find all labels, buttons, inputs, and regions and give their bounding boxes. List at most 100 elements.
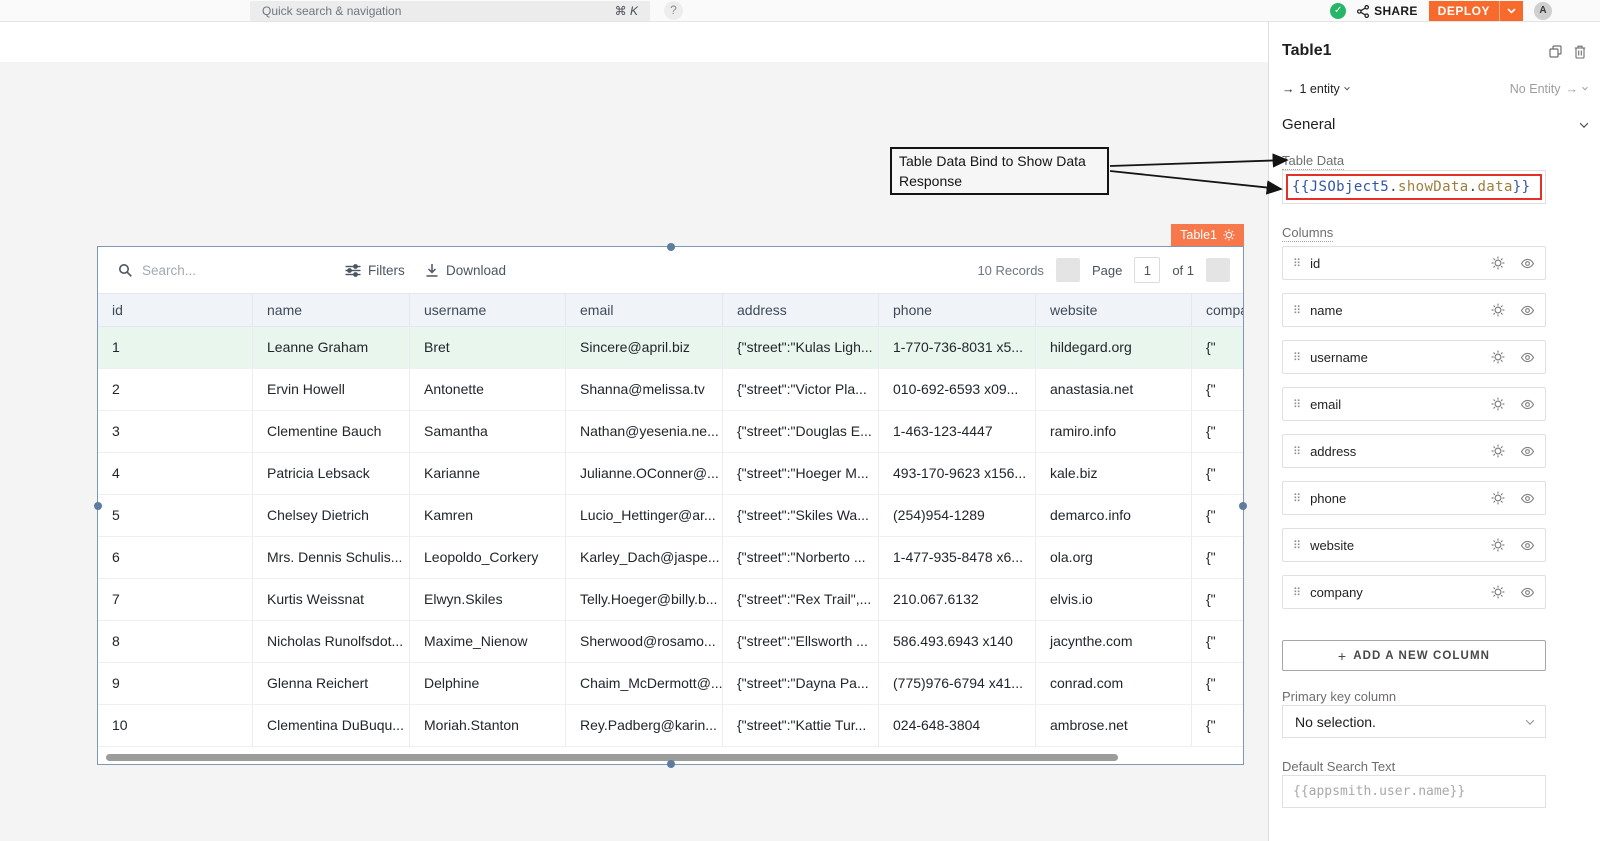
- table-row[interactable]: 6Mrs. Dennis Schulis...Leopoldo_CorkeryK…: [98, 537, 1243, 579]
- table-search-input[interactable]: [142, 263, 292, 278]
- resize-handle-right[interactable]: [1239, 502, 1247, 510]
- column-card-phone[interactable]: ⠿phone: [1282, 481, 1546, 515]
- eye-icon[interactable]: [1520, 538, 1535, 553]
- add-new-column-button[interactable]: + ADD A NEW COLUMN: [1282, 640, 1546, 671]
- table-row[interactable]: 8Nicholas Runolfsdot...Maxime_NienowSher…: [98, 621, 1243, 663]
- table-row[interactable]: 5Chelsey DietrichKamrenLucio_Hettinger@a…: [98, 495, 1243, 537]
- drag-handle-icon[interactable]: ⠿: [1293, 586, 1301, 599]
- column-card-company[interactable]: ⠿company: [1282, 575, 1546, 609]
- table-cell: jacynthe.com: [1036, 621, 1192, 662]
- quick-search-input[interactable]: Quick search & navigation ⌘ K: [250, 1, 650, 21]
- primary-key-select[interactable]: No selection.: [1282, 705, 1546, 738]
- gear-icon[interactable]: [1491, 397, 1505, 411]
- column-header-phone[interactable]: phone: [879, 294, 1036, 326]
- prev-page-button[interactable]: [1056, 258, 1080, 282]
- table-data-binding-input[interactable]: {{JSObject5.showData.data}}: [1282, 170, 1546, 204]
- column-header-website[interactable]: website: [1036, 294, 1192, 326]
- table-row[interactable]: 3Clementine BauchSamanthaNathan@yesenia.…: [98, 411, 1243, 453]
- resize-handle-bottom[interactable]: [667, 760, 675, 768]
- drag-handle-icon[interactable]: ⠿: [1293, 257, 1301, 270]
- binding-object: JSObject5: [1310, 179, 1389, 195]
- table-cell: 4: [98, 453, 253, 494]
- eye-icon[interactable]: [1520, 397, 1535, 412]
- default-search-input[interactable]: [1282, 775, 1546, 808]
- gear-icon[interactable]: [1491, 585, 1505, 599]
- column-header-id[interactable]: id: [98, 294, 253, 326]
- table-row[interactable]: 1Leanne GrahamBretSincere@april.biz{"str…: [98, 327, 1243, 369]
- table-cell: {"street":"Skiles Wa...: [723, 495, 879, 536]
- binding-dot: .: [1389, 179, 1398, 195]
- table-cell: 024-648-3804: [879, 705, 1036, 746]
- delete-widget-icon[interactable]: [1574, 45, 1586, 59]
- deploy-menu-chevron[interactable]: [1500, 8, 1523, 14]
- gear-icon[interactable]: [1491, 256, 1505, 270]
- outgoing-entities-dropdown[interactable]: No Entity →: [1510, 82, 1587, 96]
- drag-handle-icon[interactable]: ⠿: [1293, 445, 1301, 458]
- download-button[interactable]: Download: [425, 247, 506, 293]
- column-header-username[interactable]: username: [410, 294, 566, 326]
- column-card-username[interactable]: ⠿username: [1282, 340, 1546, 374]
- table-cell: {"street":"Ellsworth ...: [723, 621, 879, 662]
- gear-icon[interactable]: [1491, 491, 1505, 505]
- eye-icon[interactable]: [1520, 256, 1535, 271]
- gear-icon[interactable]: [1491, 444, 1505, 458]
- filters-button[interactable]: Filters: [345, 247, 405, 293]
- download-icon: [425, 263, 439, 278]
- table-row[interactable]: 7Kurtis WeissnatElwyn.SkilesTelly.Hoeger…: [98, 579, 1243, 621]
- column-card-id[interactable]: ⠿id: [1282, 246, 1546, 280]
- incoming-entities-dropdown[interactable]: → 1 entity: [1282, 82, 1349, 96]
- table-cell: Kurtis Weissnat: [253, 579, 410, 620]
- table-widget[interactable]: Filters Download 10 Records Page of 1 id…: [97, 246, 1244, 765]
- column-card-name[interactable]: ⠿name: [1282, 293, 1546, 327]
- drag-handle-icon[interactable]: ⠿: [1293, 398, 1301, 411]
- next-page-button[interactable]: [1206, 258, 1230, 282]
- table-toolbar: Filters Download 10 Records Page of 1: [98, 247, 1243, 293]
- eye-icon[interactable]: [1520, 444, 1535, 459]
- share-icon: [1357, 5, 1369, 18]
- eye-icon[interactable]: [1520, 350, 1535, 365]
- column-header-company[interactable]: company: [1192, 294, 1243, 326]
- editor-header-strip: [0, 22, 1268, 62]
- columns-label: Columns: [1282, 225, 1333, 242]
- gear-icon[interactable]: [1491, 350, 1505, 364]
- table-cell: 1: [98, 327, 253, 368]
- table-search[interactable]: [118, 247, 292, 293]
- widget-name-tag[interactable]: Table1: [1171, 224, 1244, 246]
- avatar[interactable]: A: [1534, 2, 1552, 20]
- general-section-header[interactable]: General: [1282, 116, 1587, 133]
- drag-handle-icon[interactable]: ⠿: [1293, 351, 1301, 364]
- column-header-email[interactable]: email: [566, 294, 723, 326]
- table-row[interactable]: 4Patricia LebsackKarianneJulianne.OConne…: [98, 453, 1243, 495]
- eye-icon[interactable]: [1520, 491, 1535, 506]
- table-cell: Nicholas Runolfsdot...: [253, 621, 410, 662]
- column-header-address[interactable]: address: [723, 294, 879, 326]
- resize-handle-top[interactable]: [667, 243, 675, 251]
- column-card-email[interactable]: ⠿email: [1282, 387, 1546, 421]
- widget-settings-gear-icon[interactable]: [1223, 229, 1235, 241]
- table-row[interactable]: 2Ervin HowellAntonetteShanna@melissa.tv{…: [98, 369, 1243, 411]
- arrow-right-icon: →: [1566, 82, 1579, 96]
- table-row[interactable]: 9Glenna ReichertDelphineChaim_McDermott@…: [98, 663, 1243, 705]
- column-card-address[interactable]: ⠿address: [1282, 434, 1546, 468]
- drag-handle-icon[interactable]: ⠿: [1293, 492, 1301, 505]
- gear-icon[interactable]: [1491, 303, 1505, 317]
- eye-icon[interactable]: [1520, 585, 1535, 600]
- copy-widget-icon[interactable]: [1549, 45, 1562, 59]
- shortcut-hint: ⌘ K: [615, 4, 638, 18]
- share-button[interactable]: SHARE: [1357, 4, 1418, 18]
- drag-handle-icon[interactable]: ⠿: [1293, 304, 1301, 317]
- resize-handle-left[interactable]: [94, 502, 102, 510]
- deploy-button[interactable]: DEPLOY: [1429, 1, 1523, 21]
- column-card-website[interactable]: ⠿website: [1282, 528, 1546, 562]
- column-header-name[interactable]: name: [253, 294, 410, 326]
- horizontal-scrollbar[interactable]: [106, 754, 1118, 761]
- gear-icon[interactable]: [1491, 538, 1505, 552]
- filters-label: Filters: [368, 263, 405, 278]
- eye-icon[interactable]: [1520, 303, 1535, 318]
- help-icon[interactable]: ?: [664, 1, 683, 20]
- table-cell: 1-477-935-8478 x6...: [879, 537, 1036, 578]
- table-row[interactable]: 10Clementina DuBuqu...Moriah.StantonRey.…: [98, 705, 1243, 747]
- drag-handle-icon[interactable]: ⠿: [1293, 539, 1301, 552]
- page-number-input[interactable]: [1134, 257, 1160, 283]
- table-cell: 8: [98, 621, 253, 662]
